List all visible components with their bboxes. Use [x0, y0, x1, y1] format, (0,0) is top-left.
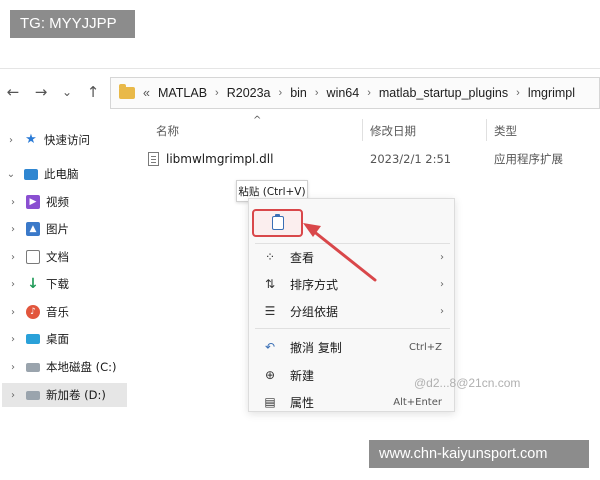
star-icon: ★ — [25, 132, 37, 147]
menu-item-shortcut: Ctrl+Z — [408, 341, 442, 353]
chevron-right-icon: › — [440, 305, 444, 317]
chevron-right-icon[interactable]: › — [6, 197, 20, 208]
menu-item-group-by[interactable]: ☰ 分组依据 › — [249, 298, 456, 324]
tg-badge: TG: MYYJJPP — [10, 10, 135, 38]
chevron-right-icon[interactable]: › — [6, 224, 20, 235]
breadcrumb-lmgrimpl[interactable]: lmgrimpl — [528, 86, 575, 100]
menu-item-label: 新建 — [290, 368, 315, 383]
sidebar-item-label: 本地磁盘 (C:) — [46, 360, 117, 374]
chevron-right-icon[interactable]: › — [516, 87, 520, 99]
chevron-down-icon[interactable]: ⌄ — [4, 169, 18, 180]
menu-item-sort-by[interactable]: ⇅ 排序方式 › — [249, 271, 456, 297]
chevron-right-icon: › — [440, 251, 444, 263]
file-name: libmwlmgrimpl.dll — [166, 152, 274, 166]
sidebar-item-desktop[interactable]: › 桌面 — [2, 327, 130, 351]
file-row[interactable]: libmwlmgrimpl.dll 2023/2/1 2:51 应用程序扩展 — [140, 149, 600, 169]
breadcrumb-bin[interactable]: bin — [290, 86, 307, 100]
breadcrumb-matlab[interactable]: MATLAB — [158, 86, 207, 100]
sidebar-item-pictures[interactable]: › ▲ 图片 — [2, 217, 130, 241]
sort-ascending-icon: ^ — [253, 115, 262, 126]
chevron-right-icon[interactable]: › — [4, 135, 18, 146]
sidebar-item-this-pc[interactable]: ⌄ 此电脑 — [0, 162, 128, 186]
group-icon: ☰ — [264, 304, 276, 318]
sidebar-item-label: 视频 — [46, 195, 69, 209]
recent-locations-button[interactable]: ⌄ — [56, 81, 78, 103]
document-icon — [26, 250, 40, 264]
menu-item-label: 排序方式 — [290, 277, 339, 292]
breadcrumb-startup-plugins[interactable]: matlab_startup_plugins — [379, 86, 508, 100]
music-icon: ♪ — [26, 305, 40, 319]
site-url-badge: www.chn-kaiyunsport.com — [369, 440, 589, 468]
forward-button[interactable]: → — [30, 81, 52, 103]
chevron-right-icon[interactable]: › — [279, 87, 283, 99]
sidebar-item-downloads[interactable]: › ↓ 下载 — [2, 272, 130, 296]
new-icon: ⊕ — [264, 368, 276, 382]
column-header-type[interactable]: 类型 — [494, 123, 517, 139]
column-header-date[interactable]: 修改日期 — [370, 123, 416, 139]
column-header-name[interactable]: 名称 — [156, 123, 179, 139]
file-date: 2023/2/1 2:51 — [370, 152, 452, 166]
download-icon: ↓ — [27, 276, 39, 292]
menu-item-label: 查看 — [290, 250, 315, 265]
sidebar-item-label: 图片 — [46, 222, 69, 236]
sort-icon: ⇅ — [264, 277, 276, 291]
menu-item-undo-copy[interactable]: ↶ 撤消 复制 Ctrl+Z — [249, 334, 456, 360]
sidebar-item-label: 此电脑 — [44, 167, 79, 181]
menu-item-label: 撤消 复制 — [290, 340, 342, 355]
screenshot-page: TG: MYYJJPP ← → ⌄ ↑ « MATLAB › R2023a › … — [0, 0, 600, 480]
up-button[interactable]: ↑ — [82, 81, 104, 103]
sidebar-item-label: 下载 — [46, 277, 69, 291]
sidebar-item-documents[interactable]: › 文档 — [2, 245, 130, 269]
video-icon: ▶ — [26, 195, 40, 209]
folder-icon — [119, 84, 135, 99]
column-divider[interactable] — [486, 119, 487, 141]
breadcrumb-r2023a[interactable]: R2023a — [227, 86, 271, 100]
properties-icon: ▤ — [264, 395, 276, 409]
sidebar-item-quick-access[interactable]: › ★ 快速访问 — [0, 128, 128, 152]
back-button[interactable]: ← — [2, 81, 24, 103]
chevron-right-icon[interactable]: › — [6, 390, 20, 401]
chevron-right-icon[interactable]: › — [6, 362, 20, 373]
file-type: 应用程序扩展 — [494, 152, 563, 166]
navigation-bar: ← → ⌄ ↑ « MATLAB › R2023a › bin › win64 … — [0, 77, 600, 111]
menu-item-view[interactable]: ⁘ 查看 › — [249, 244, 456, 270]
sidebar-item-drive-c[interactable]: › 本地磁盘 (C:) — [2, 355, 130, 379]
sidebar-item-label: 快速访问 — [44, 133, 90, 147]
breadcrumb-win64[interactable]: win64 — [327, 86, 360, 100]
chevron-right-icon: › — [440, 278, 444, 290]
grid-icon: ⁘ — [264, 250, 276, 264]
chevron-right-icon[interactable]: › — [367, 87, 371, 99]
sidebar-item-label: 音乐 — [46, 305, 69, 319]
pictures-icon: ▲ — [26, 222, 40, 236]
paste-button[interactable] — [252, 209, 303, 237]
address-bar[interactable]: « MATLAB › R2023a › bin › win64 › matlab… — [110, 77, 600, 109]
sidebar-item-videos[interactable]: › ▶ 视频 — [2, 190, 130, 214]
sidebar-item-label: 桌面 — [46, 332, 69, 346]
chevron-right-icon[interactable]: › — [6, 307, 20, 318]
menu-item-shortcut: Alt+Enter — [393, 396, 442, 408]
sidebar-item-drive-d[interactable]: › 新加卷 (D:) — [2, 383, 127, 407]
chevron-right-icon[interactable]: › — [6, 334, 20, 345]
undo-icon: ↶ — [264, 340, 276, 354]
sidebar-item-label: 新加卷 (D:) — [46, 388, 106, 402]
chevron-right-icon[interactable]: › — [215, 87, 219, 99]
menu-divider — [255, 328, 450, 329]
watermark-text: @d2...8@21cn.com — [414, 376, 521, 390]
chevron-right-icon[interactable]: › — [6, 279, 20, 290]
column-divider[interactable] — [362, 119, 363, 141]
sidebar-item-label: 文档 — [46, 250, 69, 264]
breadcrumb-overflow[interactable]: « — [143, 86, 150, 100]
desktop-icon — [26, 334, 40, 344]
menu-item-properties[interactable]: ▤ 属性 Alt+Enter — [249, 389, 456, 415]
drive-icon — [26, 362, 40, 372]
menu-item-label: 分组依据 — [290, 304, 339, 319]
paste-icon — [271, 214, 284, 230]
chevron-right-icon[interactable]: › — [6, 252, 20, 263]
dll-file-icon — [148, 152, 159, 166]
menu-item-label: 属性 — [290, 395, 315, 410]
computer-icon — [24, 168, 38, 180]
drive-icon — [26, 390, 40, 400]
chevron-right-icon[interactable]: › — [315, 87, 319, 99]
sidebar-item-music[interactable]: › ♪ 音乐 — [2, 300, 130, 324]
